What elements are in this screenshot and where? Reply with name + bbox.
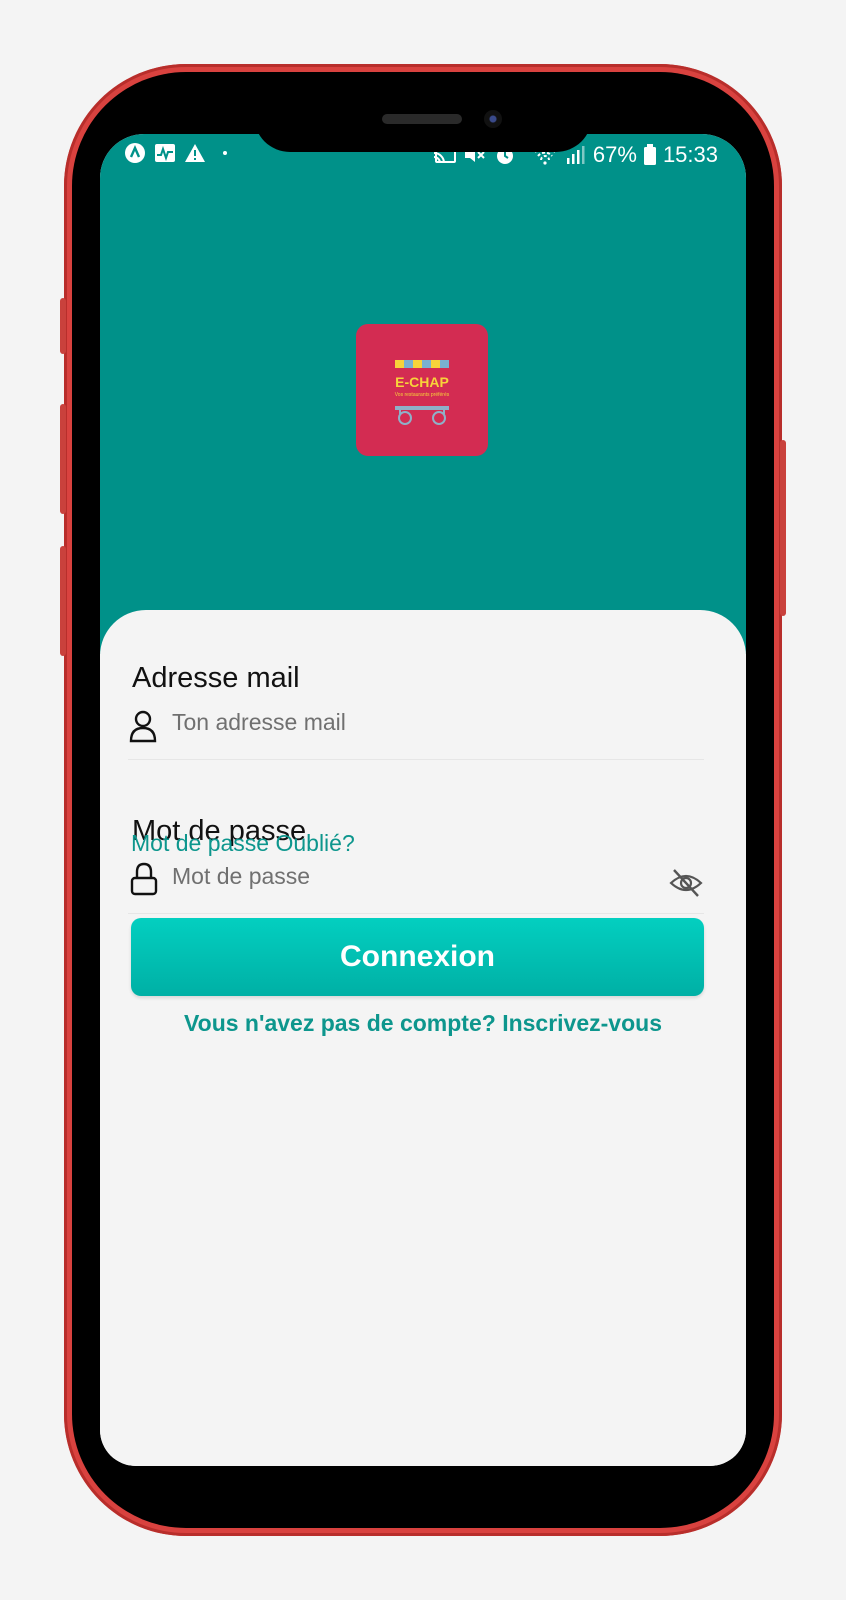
signup-link[interactable]: Vous n'avez pas de compte? Inscrivez-vou… [100,1010,746,1037]
phone-volume-down [60,546,66,656]
forgot-password-link[interactable]: Mot de passe Oublié? [131,830,355,857]
email-label: Adresse mail [132,662,300,694]
email-field-row [128,704,704,760]
app-screen: 67% 15:33 E-CHAP Vos restaurants préféré… [100,134,746,1466]
password-field-row [128,858,704,914]
status-notifications [124,142,236,164]
warning-icon [184,142,206,164]
dot-icon [214,142,236,164]
logo-subtitle: Vos restaurants préférés [394,392,450,398]
activity-icon [154,142,176,164]
battery-percent: 67% [592,142,637,167]
email-input[interactable] [172,704,652,740]
phone-volume-up [60,404,66,514]
login-button[interactable]: Connexion [131,918,704,996]
logo-title: E-CHAP [395,374,449,390]
user-icon [129,710,157,743]
app-logo: E-CHAP Vos restaurants préférés [356,324,488,456]
login-card: Adresse mail Mot de passe Mot de passe O… [100,610,746,1466]
phone-mute-switch [60,298,66,354]
awning-icon [395,360,449,368]
app-icon [124,142,146,164]
lock-icon [130,862,158,896]
password-input[interactable] [172,858,652,894]
status-time: 15:33 [662,142,718,167]
eye-off-icon[interactable] [668,866,704,900]
phone-speaker [382,114,462,124]
phone-power-button [780,440,786,616]
battery-icon [643,144,657,165]
cart-icon [395,406,449,425]
front-camera [484,110,502,128]
